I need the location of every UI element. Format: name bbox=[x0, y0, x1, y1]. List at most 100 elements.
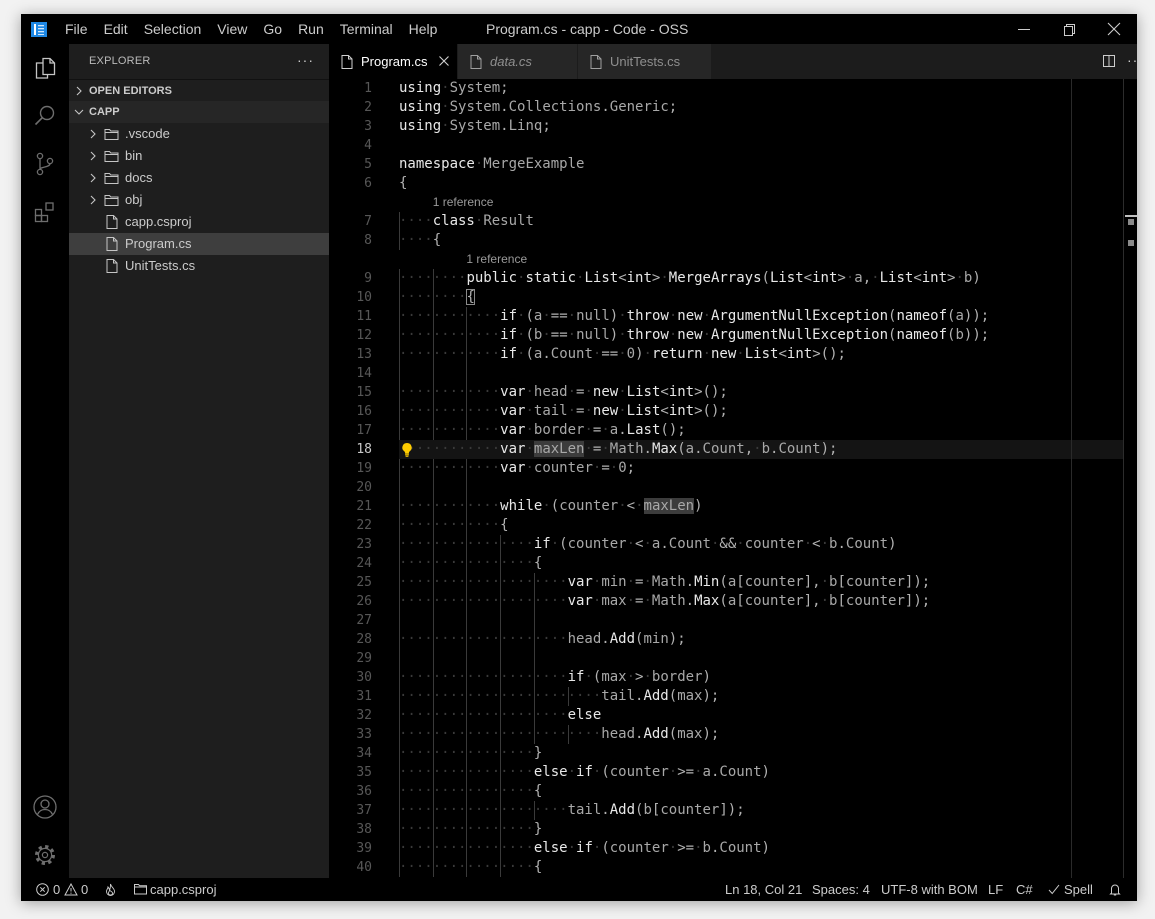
code-line[interactable]: 19 ············var·counter·=·0; bbox=[329, 459, 1123, 478]
menu-run[interactable]: Run bbox=[290, 14, 332, 44]
indentation[interactable]: Spaces: 4 bbox=[812, 878, 870, 901]
line-number[interactable]: 39 bbox=[329, 839, 372, 858]
language-mode[interactable]: C# bbox=[1016, 878, 1033, 901]
code-line[interactable]: 9 ········public·static·List<int>·MergeAr… bbox=[329, 269, 1123, 288]
menu-view[interactable]: View bbox=[209, 14, 255, 44]
encoding[interactable]: UTF-8 with BOM bbox=[881, 878, 978, 901]
code-line[interactable]: 26 ····················var·max·=·Math.Max… bbox=[329, 592, 1123, 611]
menu-edit[interactable]: Edit bbox=[96, 14, 136, 44]
menu-terminal[interactable]: Terminal bbox=[332, 14, 401, 44]
close-window-button[interactable] bbox=[1106, 21, 1122, 37]
warning-icon[interactable] bbox=[64, 883, 78, 896]
tab-unittests-cs[interactable]: UnitTests.cs bbox=[578, 44, 712, 79]
end-of-line[interactable]: LF bbox=[988, 878, 1003, 901]
line-number[interactable]: 14 bbox=[329, 364, 372, 383]
minimize-button[interactable] bbox=[1016, 21, 1032, 37]
code-line[interactable]: 17 ············var·border·=·a.Last(); bbox=[329, 421, 1123, 440]
code-line[interactable]: 10 ········{ bbox=[329, 288, 1123, 307]
tree-item-file[interactable]: capp.csproj bbox=[69, 211, 329, 233]
error-count[interactable]: 0 bbox=[53, 878, 60, 901]
spell-check-status[interactable]: Spell bbox=[1064, 878, 1093, 901]
tab-close-button[interactable] bbox=[438, 55, 450, 67]
code-line[interactable]: 5 namespace·MergeExample bbox=[329, 155, 1123, 174]
project-name[interactable]: capp.csproj bbox=[150, 878, 216, 901]
menu-selection[interactable]: Selection bbox=[136, 14, 210, 44]
code-line[interactable]: 38 ················} bbox=[329, 820, 1123, 839]
line-number[interactable]: 7 bbox=[329, 212, 372, 231]
line-number[interactable]: 33 bbox=[329, 725, 372, 744]
activity-explorer[interactable] bbox=[21, 44, 69, 92]
tab-program-cs[interactable]: Program.cs bbox=[329, 44, 458, 79]
line-number[interactable]: 18 bbox=[329, 440, 372, 459]
code-line[interactable]: 22 ············{ bbox=[329, 516, 1123, 535]
line-number[interactable]: 15 bbox=[329, 383, 372, 402]
code-line[interactable]: 7 ····class·Result bbox=[329, 212, 1123, 231]
code-line[interactable]: 39 ················else·if·(counter·>=·b.… bbox=[329, 839, 1123, 858]
code-line[interactable]: 21 ············while·(counter·<·maxLen) bbox=[329, 497, 1123, 516]
split-editor-button[interactable] bbox=[1102, 54, 1116, 68]
code-line[interactable]: 3 using·System.Linq; bbox=[329, 117, 1123, 136]
line-number[interactable]: 4 bbox=[329, 136, 372, 155]
line-number[interactable]: 31 bbox=[329, 687, 372, 706]
line-number[interactable]: 11 bbox=[329, 307, 372, 326]
code-line[interactable]: 36 ················{ bbox=[329, 782, 1123, 801]
error-icon[interactable] bbox=[36, 883, 49, 896]
line-number[interactable]: 35 bbox=[329, 763, 372, 782]
menu-file[interactable]: File bbox=[57, 14, 96, 44]
tree-item-file[interactable]: UnitTests.cs bbox=[69, 255, 329, 277]
line-number[interactable]: 28 bbox=[329, 630, 372, 649]
line-number[interactable]: 27 bbox=[329, 611, 372, 630]
code-line[interactable]: 18 ············var·maxLen·=·Math.Max(a.Co… bbox=[329, 440, 1123, 459]
line-number[interactable]: 6 bbox=[329, 174, 372, 193]
menu-help[interactable]: Help bbox=[401, 14, 446, 44]
check-icon[interactable] bbox=[1048, 884, 1060, 895]
line-number[interactable]: 19 bbox=[329, 459, 372, 478]
line-number[interactable]: 29 bbox=[329, 649, 372, 668]
code-line[interactable]: 16 ············var·tail·=·new·List<int>()… bbox=[329, 402, 1123, 421]
codelens-references-link[interactable]: 1 reference bbox=[466, 250, 527, 269]
line-number[interactable]: 17 bbox=[329, 421, 372, 440]
code-line[interactable]: 15 ············var·head·=·new·List<int>()… bbox=[329, 383, 1123, 402]
line-number[interactable]: 26 bbox=[329, 592, 372, 611]
line-number[interactable]: 38 bbox=[329, 820, 372, 839]
line-number[interactable]: 40 bbox=[329, 858, 372, 877]
restore-button[interactable] bbox=[1061, 21, 1077, 37]
bell-icon[interactable] bbox=[1109, 883, 1121, 896]
code-line[interactable]: 30 ····················if·(max·>·border) bbox=[329, 668, 1123, 687]
lightbulb-icon[interactable] bbox=[401, 442, 413, 457]
code-line[interactable]: 35 ················else·if·(counter·>=·a.… bbox=[329, 763, 1123, 782]
line-number[interactable]: 22 bbox=[329, 516, 372, 535]
flame-icon[interactable] bbox=[105, 883, 116, 896]
tree-item-folder[interactable]: bin bbox=[69, 145, 329, 167]
section-open-editors[interactable]: OPEN EDITORS bbox=[69, 79, 329, 101]
line-number[interactable]: 23 bbox=[329, 535, 372, 554]
code-line[interactable]: 2 using·System.Collections.Generic; bbox=[329, 98, 1123, 117]
code-line[interactable]: 24 ················{ bbox=[329, 554, 1123, 573]
code-line[interactable]: 34 ················} bbox=[329, 744, 1123, 763]
tree-item-folder[interactable]: obj bbox=[69, 189, 329, 211]
line-number[interactable]: 24 bbox=[329, 554, 372, 573]
activity-extensions[interactable] bbox=[21, 188, 69, 236]
section-capp[interactable]: CAPP bbox=[69, 101, 329, 123]
line-number[interactable]: 34 bbox=[329, 744, 372, 763]
tab-data-cs[interactable]: data.cs bbox=[458, 44, 578, 79]
code-line[interactable]: 20 bbox=[329, 478, 1123, 497]
line-number[interactable]: 16 bbox=[329, 402, 372, 421]
line-number[interactable]: 3 bbox=[329, 117, 372, 136]
code-line[interactable]: 4 bbox=[329, 136, 1123, 155]
code-line[interactable]: 11 ············if·(a·==·null)·throw·new·A… bbox=[329, 307, 1123, 326]
codelens-references-link[interactable]: 1 reference bbox=[433, 193, 494, 212]
code-line[interactable]: 12 ············if·(b·==·null)·throw·new·A… bbox=[329, 326, 1123, 345]
code-line[interactable]: 6{ bbox=[329, 174, 1123, 193]
code-line[interactable]: 27 bbox=[329, 611, 1123, 630]
activity-source-control[interactable] bbox=[21, 140, 69, 188]
code-line[interactable]: 29 bbox=[329, 649, 1123, 668]
line-number[interactable]: 20 bbox=[329, 478, 372, 497]
code-line[interactable]: 8 ····{ bbox=[329, 231, 1123, 250]
activity-search[interactable] bbox=[21, 92, 69, 140]
cursor-position[interactable]: Ln 18, Col 21 bbox=[725, 878, 802, 901]
line-number[interactable]: 8 bbox=[329, 231, 372, 250]
code-line[interactable]: 1 using·System; bbox=[329, 79, 1123, 98]
line-number[interactable]: 36 bbox=[329, 782, 372, 801]
line-number[interactable]: 12 bbox=[329, 326, 372, 345]
